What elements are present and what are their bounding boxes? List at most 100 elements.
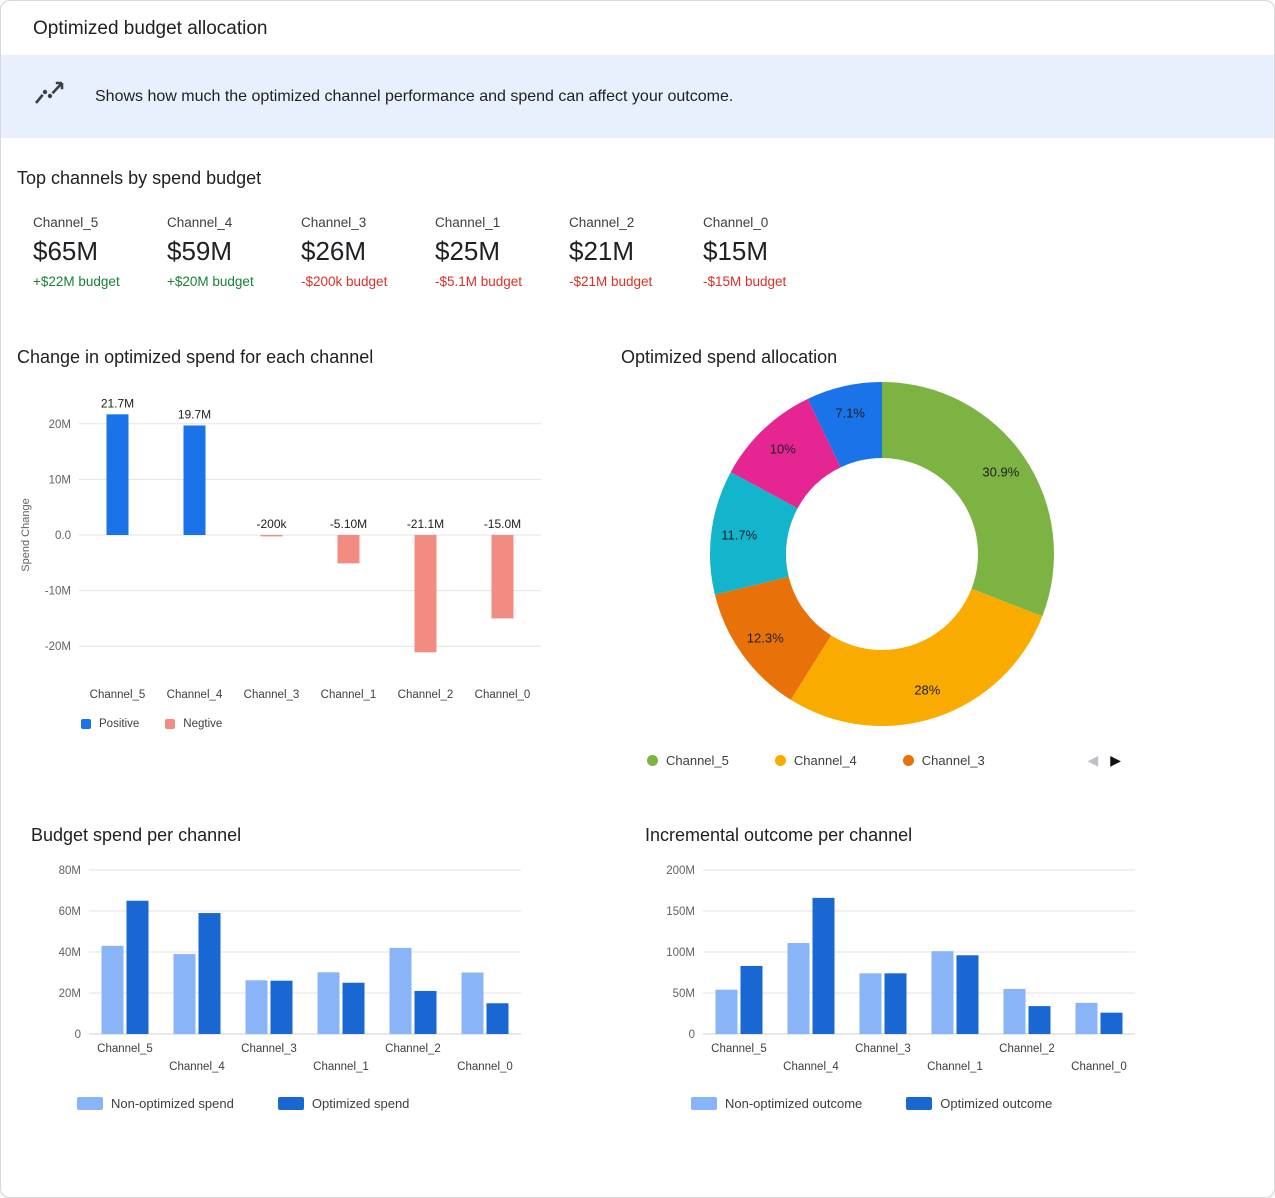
channel-card-channel-4: Channel_4 $59M +$20M budget xyxy=(167,215,301,289)
svg-text:30.9%: 30.9% xyxy=(982,465,1019,480)
legend-item-channel-4: Channel_4 xyxy=(775,753,857,768)
legend-swatch xyxy=(775,755,786,766)
svg-text:50M: 50M xyxy=(673,988,695,1000)
info-banner: Shows how much the optimized channel per… xyxy=(1,55,1274,138)
svg-text:-5.10M: -5.10M xyxy=(330,517,367,531)
legend-label: Non-optimized spend xyxy=(111,1096,234,1111)
spend-change-bars-svg: 20M10M0.0-10M-20M21.7MChannel_519.7MChan… xyxy=(17,370,557,708)
channel-card-channel-2: Channel_2$21M-$21M budget xyxy=(569,215,703,289)
budget-spend-bars-svg: 80M60M40M20M0Channel_5Channel_4Channel_3… xyxy=(31,856,551,1088)
legend-swatch xyxy=(77,1097,103,1110)
legend-label: Channel_4 xyxy=(794,753,857,768)
legend-swatch xyxy=(906,1097,932,1110)
spend-allocation-donut-svg: 30.9%28%12.3%11.7%10%7.1% xyxy=(646,370,1126,748)
legend-swatch xyxy=(81,719,91,729)
channel-card-channel-1: Channel_1$25M-$5.1M budget xyxy=(435,215,569,289)
svg-text:Channel_2: Channel_2 xyxy=(398,689,454,701)
channel-name: Channel_4 xyxy=(167,215,301,230)
channel-card-channel-3: Channel_3 $26M -$200k budget xyxy=(301,215,435,289)
donut-legend-pager: ◀ ▶ xyxy=(1087,752,1121,769)
svg-text:-20M: -20M xyxy=(45,641,71,653)
donut-legend-next-button[interactable]: ▶ xyxy=(1110,752,1121,769)
top-channels-section: Top channels by spend budget Channel_5 $6… xyxy=(1,168,1274,289)
banner-text: Shows how much the optimized channel per… xyxy=(95,88,733,106)
spend-allocation-chart: Optimized spend allocation 30.9%28%12.3%… xyxy=(605,347,1274,769)
incremental-outcome-bars-svg: 200M150M100M50M0Channel_5Channel_4Channe… xyxy=(645,856,1165,1088)
legend-item-non-optimized-spend: Non-optimized spend xyxy=(77,1096,234,1111)
legend-item-optimized-spend: Optimized spend xyxy=(278,1096,410,1111)
legend-label: Non-optimized outcome xyxy=(725,1096,862,1111)
incremental-outcome-chart: Incremental outcome per channel 200M 150M… xyxy=(605,825,1274,1111)
spend-allocation-chart-title: Optimized spend allocation xyxy=(621,347,1274,368)
legend-swatch xyxy=(691,1097,717,1110)
channel-amount: $65M xyxy=(33,236,167,267)
legend-swatch xyxy=(903,755,914,766)
panel-title: Optimized budget allocation xyxy=(33,18,1242,40)
svg-text:Channel_0: Channel_0 xyxy=(475,689,531,701)
legend-swatch xyxy=(278,1097,304,1110)
legend-label: Channel_5 xyxy=(666,753,729,768)
channel-budget-delta: -$15M budget xyxy=(703,274,837,289)
channel-amount: $26M xyxy=(301,236,435,267)
svg-text:Channel_3: Channel_3 xyxy=(244,689,300,701)
legend-label: Positive xyxy=(99,718,139,730)
svg-text:Spend Change: Spend Change xyxy=(20,498,32,571)
channel-budget-delta: -$21M budget xyxy=(569,274,703,289)
svg-text:Channel_5: Channel_5 xyxy=(90,689,146,701)
svg-text:Channel_3: Channel_3 xyxy=(241,1043,297,1055)
svg-text:-10M: -10M xyxy=(45,586,71,598)
channel-budget-delta: -$5.1M budget xyxy=(435,274,569,289)
svg-text:-21.1M: -21.1M xyxy=(407,517,444,531)
channel-budget-delta: -$200k budget xyxy=(301,274,435,289)
svg-text:10M: 10M xyxy=(49,474,71,486)
svg-text:Channel_1: Channel_1 xyxy=(927,1061,983,1073)
svg-text:Channel_4: Channel_4 xyxy=(783,1061,839,1073)
legend-label: Channel_3 xyxy=(922,753,985,768)
svg-text:Channel_4: Channel_4 xyxy=(167,689,223,701)
channel-name: Channel_0 xyxy=(703,215,837,230)
svg-text:Channel_4: Channel_4 xyxy=(169,1061,225,1073)
budget-spend-chart-title: Budget spend per channel xyxy=(31,825,605,846)
incremental-outcome-chart-title: Incremental outcome per channel xyxy=(645,825,1274,846)
svg-text:Channel_2: Channel_2 xyxy=(999,1043,1055,1055)
top-channels-heading: Top channels by spend budget xyxy=(17,168,1258,189)
donut-legend-prev-button[interactable]: ◀ xyxy=(1087,752,1098,769)
channel-name: Channel_1 xyxy=(435,215,569,230)
legend-label: Negtive xyxy=(183,718,222,730)
svg-text:11.7%: 11.7% xyxy=(721,528,757,543)
insights-trend-icon xyxy=(33,79,69,114)
svg-text:10%: 10% xyxy=(770,442,796,457)
legend-label: Optimized spend xyxy=(312,1096,410,1111)
spend-change-chart: Change in optimized spend for each chann… xyxy=(1,347,605,769)
svg-text:Channel_1: Channel_1 xyxy=(321,689,377,701)
legend-item-positive: Positive xyxy=(81,718,139,730)
svg-text:60M: 60M xyxy=(59,906,81,918)
svg-text:Channel_3: Channel_3 xyxy=(855,1043,911,1055)
channel-name: Channel_5 xyxy=(33,215,167,230)
channel-name: Channel_3 xyxy=(301,215,435,230)
svg-text:150M: 150M xyxy=(666,906,695,918)
legend-label: Optimized outcome xyxy=(940,1096,1052,1111)
svg-text:20M: 20M xyxy=(59,988,81,1000)
panel-header: Optimized budget allocation xyxy=(1,1,1274,55)
budget-spend-chart: Budget spend per channel 80M 60M 40M 20M 0 Ch… xyxy=(1,825,605,1111)
legend-item-channel-5: Channel_5 xyxy=(647,753,729,768)
svg-text:28%: 28% xyxy=(914,683,940,698)
channel-amount: $59M xyxy=(167,236,301,267)
svg-text:80M: 80M xyxy=(59,865,81,877)
svg-text:0: 0 xyxy=(689,1029,695,1041)
channel-budget-delta: +$20M budget xyxy=(167,274,301,289)
legend-item-channel-3: Channel_3 xyxy=(903,753,985,768)
svg-text:40M: 40M xyxy=(59,947,81,959)
svg-text:Channel_5: Channel_5 xyxy=(711,1043,767,1055)
channel-budget-delta: +$22M budget xyxy=(33,274,167,289)
svg-text:19.7M: 19.7M xyxy=(178,407,211,421)
svg-text:200M: 200M xyxy=(666,865,695,877)
donut-legend-row: Channel_5 Channel_4 Channel_3 ◀ ▶ xyxy=(647,752,1121,769)
top-channels-cards: Channel_5 $65M +$22M budget Channel_4 $59M +$… xyxy=(17,215,1258,289)
optimized-budget-allocation-panel: Optimized budget allocation Shows how mu… xyxy=(0,0,1275,1198)
legend-swatch xyxy=(647,755,658,766)
svg-text:Channel_1: Channel_1 xyxy=(313,1061,369,1073)
spend-change-chart-title: Change in optimized spend for each chann… xyxy=(17,347,605,368)
svg-text:0: 0 xyxy=(75,1029,81,1041)
